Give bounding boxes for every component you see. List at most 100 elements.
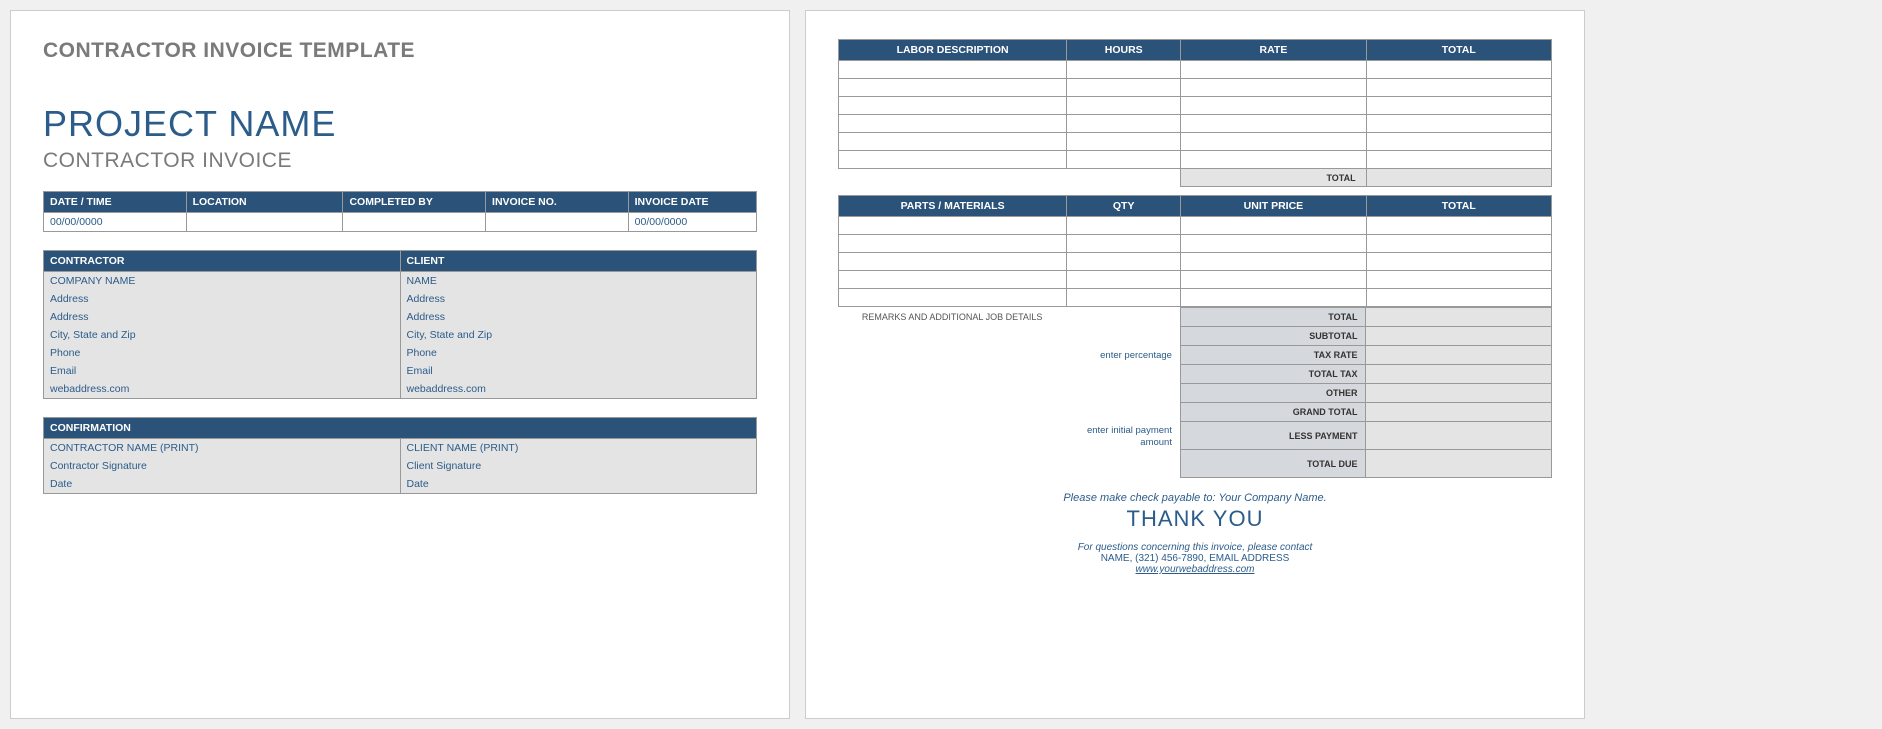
contractor-field[interactable]: City, State and Zip (44, 326, 401, 344)
parts-cell[interactable] (1366, 271, 1551, 289)
summary-value[interactable] (1366, 346, 1552, 365)
labor-cell[interactable] (839, 61, 1067, 79)
meta-cell[interactable] (486, 213, 629, 232)
parts-cell[interactable] (1181, 289, 1366, 307)
parts-header: QTY (1067, 196, 1181, 217)
parts-cell[interactable] (1366, 235, 1551, 253)
summary-value[interactable] (1366, 384, 1552, 403)
labor-cell[interactable] (839, 79, 1067, 97)
parts-cell[interactable] (1181, 217, 1366, 235)
labor-total-value (1366, 169, 1551, 187)
parts-cell[interactable] (1067, 289, 1181, 307)
parts-cell[interactable] (1366, 289, 1551, 307)
meta-table: DATE / TIME LOCATION COMPLETED BY INVOIC… (43, 191, 757, 232)
parts-cell[interactable] (839, 235, 1067, 253)
labor-cell[interactable] (1067, 79, 1181, 97)
client-field[interactable]: Address (400, 308, 757, 326)
meta-header: COMPLETED BY (343, 192, 486, 213)
labor-cell[interactable] (1181, 97, 1366, 115)
footer-payable: Please make check payable to: Your Compa… (838, 492, 1552, 504)
template-title: CONTRACTOR INVOICE TEMPLATE (43, 39, 757, 63)
client-field[interactable]: Email (400, 362, 757, 380)
parts-cell[interactable] (1181, 253, 1366, 271)
summary-label: LESS PAYMENT (1180, 422, 1366, 450)
contractor-field[interactable]: Address (44, 290, 401, 308)
conf-field[interactable]: Client Signature (400, 457, 757, 475)
parts-cell[interactable] (1366, 253, 1551, 271)
summary-label: TOTAL DUE (1180, 450, 1366, 478)
labor-cell[interactable] (1366, 97, 1551, 115)
footer-contact-line2: NAME, (321) 456-7890, EMAIL ADDRESS (838, 553, 1552, 564)
client-field[interactable]: Phone (400, 344, 757, 362)
summary-value (1366, 308, 1552, 327)
labor-cell[interactable] (1366, 79, 1551, 97)
parts-cell[interactable] (839, 253, 1067, 271)
summary-label: TOTAL (1180, 308, 1366, 327)
confirmation-table: CONFIRMATION CONTRACTOR NAME (PRINT)CLIE… (43, 417, 757, 494)
parts-table: PARTS / MATERIALS QTY UNIT PRICE TOTAL (838, 195, 1552, 307)
labor-cell[interactable] (1067, 151, 1181, 169)
meta-cell[interactable]: 00/00/0000 (44, 213, 187, 232)
labor-cell[interactable] (1366, 151, 1551, 169)
labor-cell[interactable] (1067, 61, 1181, 79)
labor-cell[interactable] (1067, 115, 1181, 133)
confirmation-header: CONFIRMATION (44, 418, 757, 439)
page-1: CONTRACTOR INVOICE TEMPLATE PROJECT NAME… (10, 10, 790, 719)
summary-value (1366, 365, 1552, 384)
parties-section: CONTRACTOR CLIENT COMPANY NAMENAME Addre… (43, 250, 757, 399)
conf-field[interactable]: CONTRACTOR NAME (PRINT) (44, 439, 401, 458)
meta-cell[interactable] (343, 213, 486, 232)
summary-label: OTHER (1180, 384, 1366, 403)
labor-cell[interactable] (1181, 61, 1366, 79)
labor-cell[interactable] (839, 97, 1067, 115)
labor-header: RATE (1181, 40, 1366, 61)
parts-cell[interactable] (1067, 217, 1181, 235)
remarks-label[interactable]: REMARKS AND ADDITIONAL JOB DETAILS (838, 308, 1066, 478)
footer-web-link[interactable]: www.yourwebaddress.com (1136, 564, 1255, 575)
labor-cell[interactable] (1067, 133, 1181, 151)
conf-field[interactable]: Contractor Signature (44, 457, 401, 475)
labor-cell[interactable] (1366, 61, 1551, 79)
summary-label: TOTAL TAX (1180, 365, 1366, 384)
labor-header: LABOR DESCRIPTION (839, 40, 1067, 61)
labor-header: TOTAL (1366, 40, 1551, 61)
parts-cell[interactable] (839, 271, 1067, 289)
meta-cell[interactable] (186, 213, 343, 232)
labor-cell[interactable] (839, 115, 1067, 133)
conf-field[interactable]: Date (400, 475, 757, 494)
labor-header: HOURS (1067, 40, 1181, 61)
labor-cell[interactable] (1181, 151, 1366, 169)
client-field[interactable]: NAME (400, 272, 757, 291)
parts-cell[interactable] (1067, 235, 1181, 253)
contractor-field[interactable]: Email (44, 362, 401, 380)
parts-cell[interactable] (839, 217, 1067, 235)
parts-cell[interactable] (839, 289, 1067, 307)
contractor-field[interactable]: webaddress.com (44, 380, 401, 399)
parts-cell[interactable] (1181, 271, 1366, 289)
labor-cell[interactable] (839, 151, 1067, 169)
parts-cell[interactable] (1067, 271, 1181, 289)
conf-field[interactable]: Date (44, 475, 401, 494)
parts-cell[interactable] (1366, 217, 1551, 235)
client-field[interactable]: webaddress.com (400, 380, 757, 399)
summary-label: GRAND TOTAL (1180, 403, 1366, 422)
labor-cell[interactable] (1181, 133, 1366, 151)
labor-cell[interactable] (1067, 97, 1181, 115)
contractor-field[interactable]: Address (44, 308, 401, 326)
conf-field[interactable]: CLIENT NAME (PRINT) (400, 439, 757, 458)
meta-cell[interactable]: 00/00/0000 (628, 213, 756, 232)
labor-cell[interactable] (839, 133, 1067, 151)
contractor-field[interactable]: Phone (44, 344, 401, 362)
summary-value[interactable] (1366, 422, 1552, 450)
client-field[interactable]: City, State and Zip (400, 326, 757, 344)
contractor-field[interactable]: COMPANY NAME (44, 272, 401, 291)
parts-cell[interactable] (1181, 235, 1366, 253)
labor-cell[interactable] (1181, 79, 1366, 97)
labor-cell[interactable] (1366, 133, 1551, 151)
labor-cell[interactable] (1181, 115, 1366, 133)
client-field[interactable]: Address (400, 290, 757, 308)
labor-cell[interactable] (1366, 115, 1551, 133)
confirmation-section: CONFIRMATION CONTRACTOR NAME (PRINT)CLIE… (43, 417, 757, 494)
contractor-header: CONTRACTOR (44, 251, 401, 272)
parts-cell[interactable] (1067, 253, 1181, 271)
